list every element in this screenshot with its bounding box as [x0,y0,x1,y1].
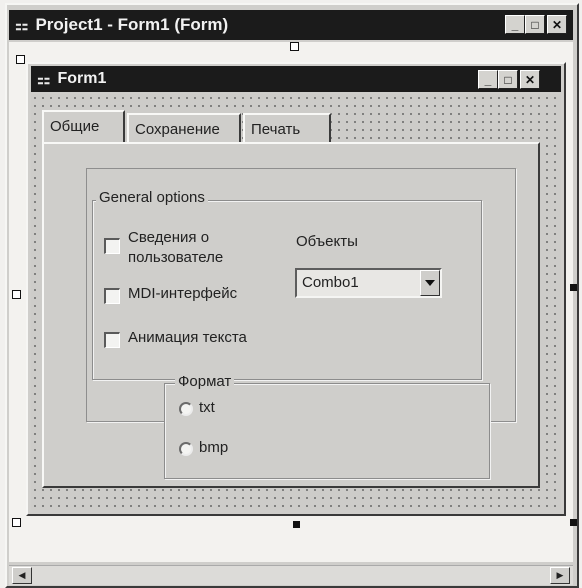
objects-combo[interactable]: Combo1 [295,268,442,298]
format-group [164,383,490,479]
vb-form-icon: ⚏ [15,17,29,34]
txt-label: txt [199,399,215,416]
chevron-down-icon [425,280,435,286]
tab-general[interactable]: Общие [42,110,125,143]
resize-handle-bottomright[interactable] [570,519,577,526]
resize-handle-right[interactable] [570,284,577,291]
resize-handle-bottomleft[interactable] [12,518,21,527]
scroll-right-button[interactable]: ▶ [550,567,570,584]
user-info-checkbox[interactable] [104,238,120,254]
combo-dropdown-button[interactable] [420,270,440,296]
tab-saving[interactable]: Сохранение [127,113,241,143]
combo-value: Combo1 [302,274,359,291]
scroll-left-button[interactable]: ◀ [12,567,32,584]
project-maximize-button[interactable]: □ [525,15,545,34]
tab-print[interactable]: Печать [243,113,331,143]
project-minimize-button[interactable]: _ [505,15,525,34]
bmp-label: bmp [199,439,229,456]
bmp-radio[interactable] [179,442,193,456]
objects-label: Объекты [296,233,358,250]
arrow-right-icon: ▶ [556,570,564,580]
general-options-legend: General options [96,189,208,206]
txt-radio[interactable] [179,402,193,416]
form1-minimize-button[interactable]: _ [478,70,498,89]
resize-handle-topleft[interactable] [16,55,25,64]
arrow-left-icon: ◀ [18,570,26,580]
tab-strip: Общие Сохранение Печать [42,110,342,145]
project-titlebar[interactable]: ⚏ Project1 - Form1 (Form) [9,10,573,40]
project-close-button[interactable]: ✕ [547,15,567,34]
form1-close-button[interactable]: ✕ [520,70,540,89]
resize-handle-bottom[interactable] [293,521,300,528]
resize-handle-top[interactable] [290,42,299,51]
format-legend: Формат [175,373,235,390]
text-animation-checkbox[interactable] [104,332,120,348]
user-info-label-line1: Сведения о [128,229,210,246]
horizontal-scrollbar[interactable]: ◀ ▶ [9,565,573,585]
resize-handle-left[interactable] [12,290,21,299]
form1-title: Form1 [57,70,107,87]
user-info-label-line2: пользователе [128,249,224,266]
mdi-interface-checkbox[interactable] [104,288,120,304]
form1-maximize-button[interactable]: □ [498,70,518,89]
mdi-interface-label: MDI-интерфейс [128,285,238,302]
form-icon: ⚏ [37,71,51,88]
project-title: Project1 - Form1 (Form) [35,15,229,34]
text-animation-label: Анимация текста [128,329,247,346]
